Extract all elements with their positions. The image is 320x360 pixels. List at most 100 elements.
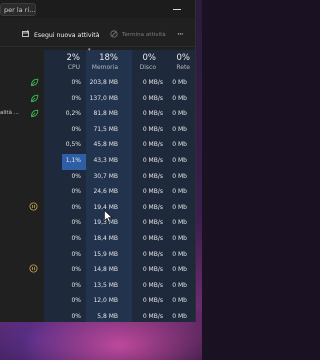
disk-cell: 0 MB/s: [142, 94, 163, 102]
cpu-cell: 0%: [71, 172, 81, 180]
table-row[interactable]: 0% 30,7 MB 0 MB/s 0 Mb: [0, 170, 195, 186]
disk-cell: 0 MB/s: [142, 141, 163, 149]
disk-cell: 0 MB/s: [142, 188, 163, 196]
run-new-task-label: Esegui nuova attività: [34, 31, 100, 39]
cpu-cell: 0,5%: [65, 141, 81, 149]
network-label: Rete: [176, 64, 190, 71]
search-input[interactable]: per la ri...: [0, 3, 36, 16]
cpu-cell: 0%: [71, 79, 81, 86]
cpu-cell: 0%: [71, 94, 81, 102]
minimize-icon: [173, 8, 181, 10]
minimize-button[interactable]: [166, 2, 188, 16]
more-options-button[interactable]: ···: [177, 28, 184, 42]
disk-cell: 0 MB/s: [142, 203, 163, 211]
memory-percent: 18%: [99, 53, 118, 63]
network-cell: 0 Mb: [172, 281, 187, 289]
title-bar: per la ri...: [0, 0, 195, 18]
memory-cell: 18,4 MB: [93, 234, 118, 242]
mouse-cursor-icon: [104, 209, 113, 225]
memory-cell: 137,0 MB: [89, 94, 118, 102]
table-row[interactable]: 0% 203,8 MB 0 MB/s 0 Mb: [0, 76, 195, 92]
efficiency-leaf-icon: [30, 94, 39, 105]
column-header-cpu[interactable]: 2% CPU: [44, 50, 86, 76]
memory-cell: 71,5 MB: [93, 125, 118, 133]
disk-cell: 0 MB/s: [142, 125, 163, 133]
table-row[interactable]: 0% 15,9 MB 0 MB/s 0 Mb: [0, 248, 195, 264]
network-cell: 0 Mb: [172, 203, 187, 211]
table-row[interactable]: 0% 14,8 MB 0 MB/s 0 Mb: [0, 263, 195, 279]
table-row[interactable]: 0% 24,6 MB 0 MB/s 0 Mb: [0, 185, 195, 201]
disk-cell: 0 MB/s: [142, 312, 163, 320]
task-manager-window: per la ri... Esegui nuova attività Termi…: [0, 0, 196, 322]
table-row[interactable]: 0% 19,4 MB 0 MB/s 0 Mb: [0, 201, 195, 217]
memory-cell: 43,3 MB: [93, 156, 118, 164]
table-row[interactable]: 0,5% 45,8 MB 0 MB/s 0 Mb: [0, 138, 195, 154]
disk-percent: 0%: [142, 53, 157, 63]
process-name: alità ...: [0, 110, 19, 117]
end-task-label: Termina attività: [122, 32, 166, 38]
memory-cell: 81,8 MB: [93, 110, 118, 118]
disk-cell: 0 MB/s: [142, 266, 163, 274]
disk-cell: 0 MB/s: [142, 172, 163, 180]
table-row[interactable]: 0% 12,0 MB 0 MB/s 0 Mb: [0, 294, 195, 310]
network-cell: 0 Mb: [172, 250, 187, 258]
disk-cell: 0 MB/s: [142, 250, 163, 258]
column-header-memory[interactable]: 18% Memoria: [86, 50, 132, 76]
table-row[interactable]: 0% 5,8 MB 0 MB/s 0 Mb: [0, 310, 195, 322]
column-header-network[interactable]: 0% Rete: [168, 50, 195, 76]
disk-cell: 0 MB/s: [142, 234, 163, 242]
network-cell: 0 Mb: [172, 110, 187, 118]
network-cell: 0 Mb: [172, 219, 187, 227]
network-percent: 0%: [176, 53, 191, 63]
network-cell: 0 Mb: [172, 266, 187, 274]
cpu-label: CPU: [67, 64, 80, 71]
memory-cell: 45,8 MB: [93, 141, 118, 149]
memory-cell: 15,9 MB: [93, 250, 118, 258]
process-list: 0% 203,8 MB 0 MB/s 0 Mb 0% 137,0 MB 0 MB/s 0 Mb…: [0, 76, 195, 322]
cpu-cell: 1,1%: [65, 156, 81, 164]
cpu-cell: 0%: [71, 281, 81, 289]
table-row[interactable]: 0% 71,5 MB 0 MB/s 0 Mb: [0, 123, 195, 139]
network-cell: 0 Mb: [172, 141, 187, 149]
column-header-disk[interactable]: 0% Disco: [132, 50, 168, 76]
table-row[interactable]: 0% 19,3 MB 0 MB/s 0 Mb: [0, 216, 195, 232]
disk-cell: 0 MB/s: [142, 110, 163, 118]
run-new-task-button[interactable]: Esegui nuova attività: [22, 28, 100, 42]
table-row[interactable]: 1,1% 43,3 MB 0 MB/s 0 Mb: [0, 153, 195, 170]
memory-cell: 13,5 MB: [93, 281, 118, 289]
cpu-cell: 0%: [71, 234, 81, 242]
network-cell: 0 Mb: [172, 172, 187, 180]
table-row[interactable]: 0% 137,0 MB 0 MB/s 0 Mb: [0, 92, 195, 108]
table-row[interactable]: alità ... 0,2% 81,8 MB 0 MB/s 0 Mb: [0, 107, 195, 123]
cpu-percent: 2%: [66, 53, 81, 63]
network-cell: 0 Mb: [172, 94, 187, 102]
efficiency-leaf-icon: [30, 109, 39, 120]
disk-cell: 0 MB/s: [142, 297, 163, 305]
network-cell: 0 Mb: [172, 156, 187, 164]
toolbar-divider: [0, 46, 195, 47]
suspended-pause-icon: [29, 264, 38, 275]
table-row[interactable]: 0% 13,5 MB 0 MB/s 0 Mb: [0, 279, 195, 295]
network-cell: 0 Mb: [172, 297, 187, 305]
memory-cell: 24,6 MB: [93, 188, 118, 196]
memory-cell: 12,0 MB: [93, 297, 118, 305]
suspended-pause-icon: [29, 202, 38, 213]
memory-cell: 30,7 MB: [93, 172, 118, 180]
network-cell: 0 Mb: [172, 79, 187, 86]
network-cell: 0 Mb: [172, 312, 187, 320]
block-icon: [110, 30, 118, 40]
network-cell: 0 Mb: [172, 125, 187, 133]
cpu-cell: 0%: [71, 312, 81, 320]
cpu-cell: 0%: [71, 297, 81, 305]
cpu-cell: 0%: [71, 266, 81, 274]
network-cell: 0 Mb: [172, 188, 187, 196]
disk-cell: 0 MB/s: [142, 219, 163, 227]
cpu-cell: 0%: [71, 125, 81, 133]
efficiency-leaf-icon: [30, 78, 39, 89]
end-task-button[interactable]: Termina attività: [110, 28, 166, 42]
cpu-cell: 0%: [71, 188, 81, 196]
run-task-icon: [22, 30, 30, 40]
disk-cell: 0 MB/s: [142, 79, 163, 86]
table-row[interactable]: 0% 18,4 MB 0 MB/s 0 Mb: [0, 232, 195, 248]
cpu-cell: 0,2%: [65, 110, 81, 118]
